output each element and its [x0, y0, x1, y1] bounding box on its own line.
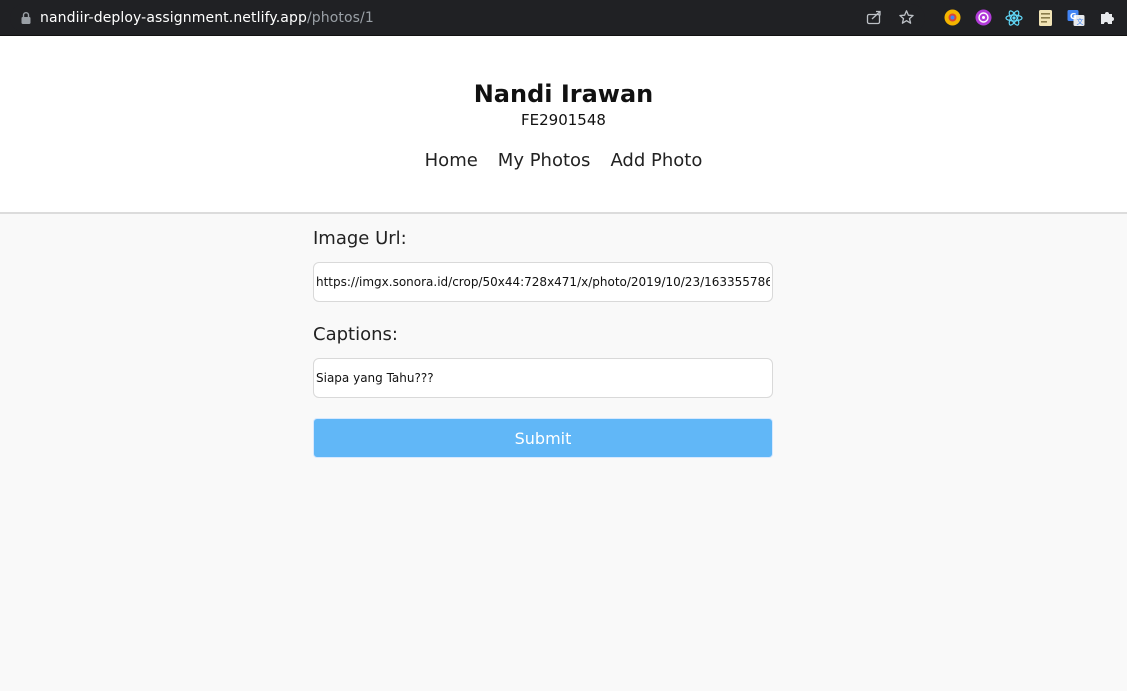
image-url-group: Image Url:: [313, 226, 773, 302]
student-id: FE2901548: [521, 111, 606, 129]
notes-ext-icon[interactable]: [1036, 9, 1054, 27]
nav-home-link[interactable]: Home: [425, 150, 478, 171]
extensions-area: G 文: [943, 9, 1116, 27]
image-url-label: Image Url:: [313, 228, 407, 249]
address-bar-actions: [865, 9, 915, 27]
puzzle-icon[interactable]: [1098, 9, 1116, 27]
captions-label: Captions:: [313, 324, 398, 345]
chrome-ext-icon[interactable]: [943, 9, 961, 27]
url-path: /photos/1: [306, 9, 374, 26]
share-icon[interactable]: [865, 9, 883, 27]
captions-group: Captions:: [313, 322, 773, 398]
submit-button[interactable]: Submit: [313, 418, 773, 458]
address-bar[interactable]: nandiir-deploy-assignment.netlify.app/ph…: [10, 3, 925, 32]
url-host: nandiir-deploy-assignment.netlify.app: [40, 9, 307, 26]
lock-icon: [20, 11, 32, 25]
react-devtools-icon[interactable]: [1005, 9, 1023, 27]
purple-ext-icon[interactable]: [974, 9, 992, 27]
nav-add-photo-link[interactable]: Add Photo: [610, 150, 702, 171]
site-title: Nandi Irawan: [473, 80, 654, 108]
google-translate-icon[interactable]: G 文: [1067, 9, 1085, 27]
main-nav: Home My Photos Add Photo: [0, 150, 1127, 171]
page: Nandi Irawan FE2901548 Home My Photos Ad…: [0, 36, 1127, 691]
nav-my-photos-link[interactable]: My Photos: [498, 150, 591, 171]
browser-toolbar: nandiir-deploy-assignment.netlify.app/ph…: [0, 0, 1127, 36]
captions-input[interactable]: [313, 358, 773, 398]
svg-text:文: 文: [1077, 17, 1084, 26]
star-icon[interactable]: [897, 9, 915, 27]
image-url-input[interactable]: [313, 262, 773, 302]
url-text: nandiir-deploy-assignment.netlify.app/ph…: [40, 10, 374, 26]
site-header: Nandi Irawan FE2901548 Home My Photos Ad…: [0, 36, 1127, 214]
edit-photo-form: Image Url: Captions: Submit: [313, 226, 773, 458]
